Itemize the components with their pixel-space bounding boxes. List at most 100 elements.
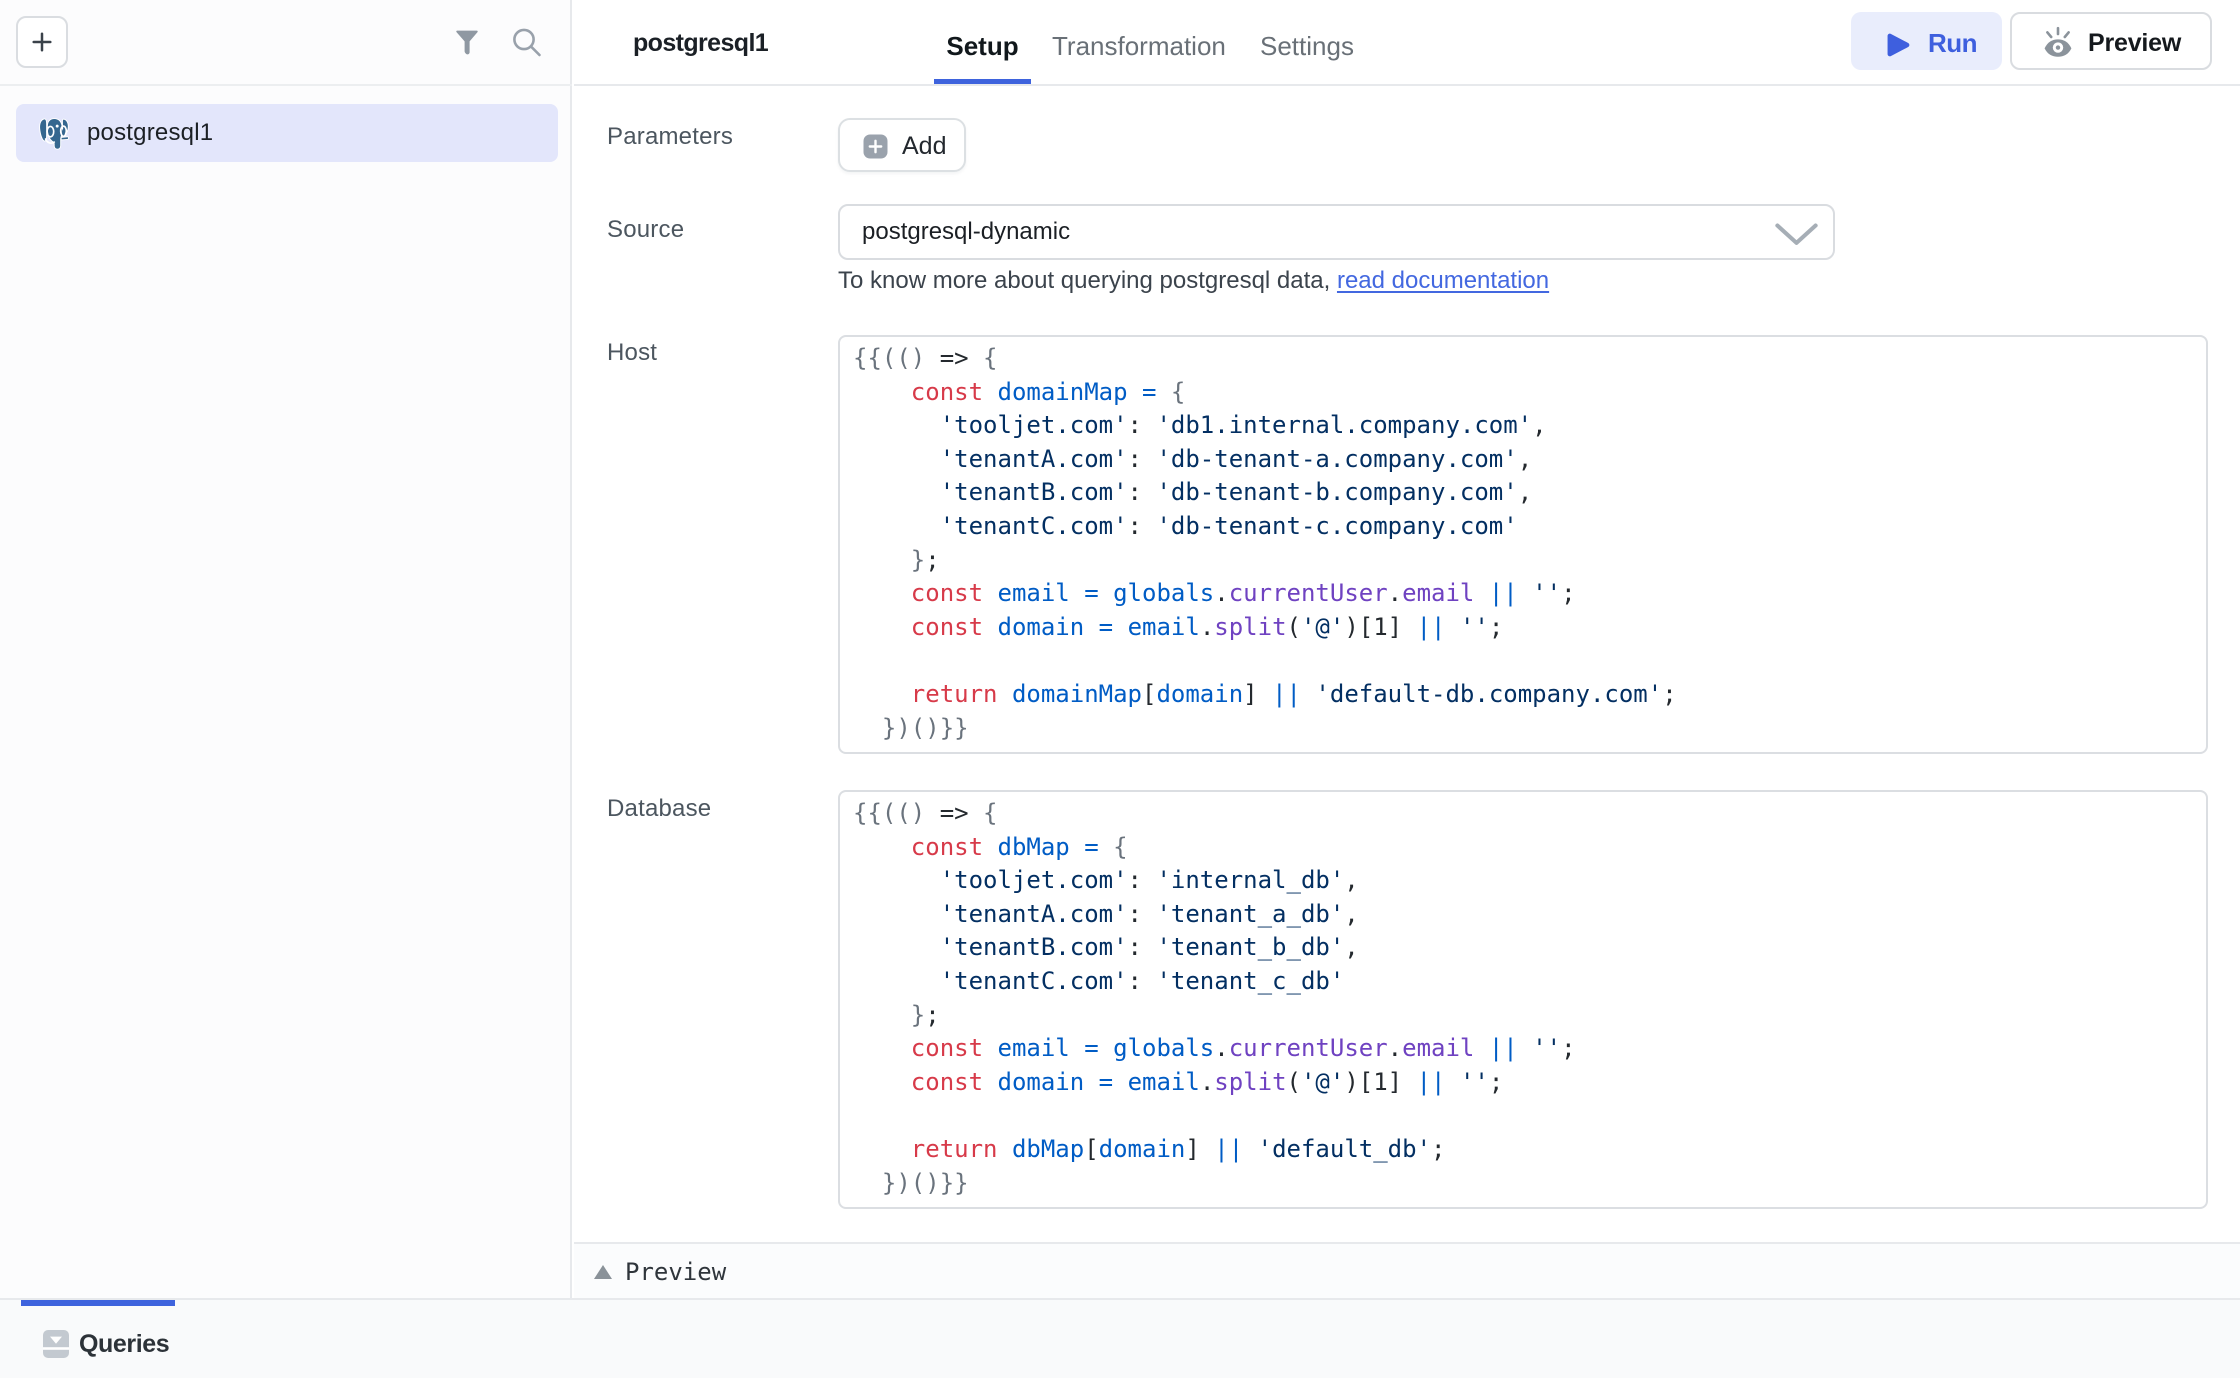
host-code-editor[interactable]: {{(() => { const domainMap = { 'tooljet.… — [838, 335, 2208, 754]
app-root: postgresql1 postgresql1 Setup Transforma… — [0, 0, 2240, 1378]
code-token — [853, 478, 940, 506]
code-token: = — [1099, 613, 1113, 641]
filter-icon — [455, 29, 479, 56]
code-token: '' — [1532, 579, 1561, 607]
code-token: 'internal_db' — [1156, 866, 1344, 894]
search-button[interactable] — [508, 25, 544, 59]
source-select-value: postgresql-dynamic — [862, 218, 1070, 246]
code-token — [1243, 1135, 1257, 1163]
chevron-down-icon — [1775, 223, 1818, 246]
tab-settings[interactable]: Settings — [1260, 0, 1354, 84]
code-token — [1070, 1034, 1084, 1062]
add-query-button[interactable] — [16, 16, 68, 68]
code-token: globals — [1113, 579, 1214, 607]
code-token: const — [911, 613, 983, 641]
code-token: 'tenantC.com' — [940, 967, 1128, 995]
queries-tab[interactable]: Queries — [43, 1322, 169, 1366]
code-token: ; — [925, 546, 939, 574]
code-line: })()}} — [853, 1167, 2196, 1201]
code-token — [1113, 1068, 1127, 1096]
preview-button-label: Preview — [2088, 25, 2181, 58]
code-token: 'db-tenant-c.company.com' — [1156, 512, 1517, 540]
code-token — [983, 1068, 997, 1096]
code-token: = — [1084, 1034, 1098, 1062]
query-sidebar — [0, 0, 572, 1300]
code-token — [1099, 1034, 1113, 1062]
search-icon — [510, 26, 543, 58]
code-line: }; — [853, 544, 2196, 578]
code-token: : — [1128, 900, 1157, 928]
code-token: [ — [1084, 1135, 1098, 1163]
code-token: 'tenantB.com' — [940, 933, 1128, 961]
code-token: } — [911, 546, 925, 574]
code-line: 'tooljet.com': 'db1.internal.company.com… — [853, 409, 2196, 443]
code-token: email — [1402, 579, 1474, 607]
code-line: 'tenantB.com': 'tenant_b_db', — [853, 931, 2196, 965]
code-token: 'default-db.company.com' — [1315, 680, 1662, 708]
code-token: ( — [1287, 1068, 1301, 1096]
code-token — [983, 613, 997, 641]
plus-icon — [29, 29, 55, 55]
code-token: : — [1128, 445, 1157, 473]
code-line — [853, 1099, 2196, 1133]
code-token — [853, 933, 940, 961]
source-select[interactable]: postgresql-dynamic — [838, 204, 1835, 260]
code-token: '@' — [1301, 613, 1344, 641]
run-button[interactable]: Run — [1851, 12, 2002, 70]
query-list-item[interactable]: postgresql1 — [16, 104, 558, 162]
code-token: '@' — [1301, 1068, 1344, 1096]
read-documentation-link[interactable]: read documentation — [1337, 267, 1549, 294]
code-line: 'tenantA.com': 'tenant_a_db', — [853, 898, 2196, 932]
database-code-editor[interactable]: {{(() => { const dbMap = { 'tooljet.com'… — [838, 790, 2208, 1209]
code-line: 'tenantC.com': 'tenant_c_db' — [853, 965, 2196, 999]
code-token — [1301, 680, 1315, 708]
code-token — [1446, 1068, 1460, 1096]
code-token: return — [911, 680, 998, 708]
code-token: ; — [1561, 1034, 1575, 1062]
code-token: . — [1388, 579, 1402, 607]
code-token — [1402, 613, 1416, 641]
code-token: domainMap — [1012, 680, 1142, 708]
code-token: ( — [1287, 613, 1301, 641]
code-line: 'tenantC.com': 'db-tenant-c.company.com' — [853, 510, 2196, 544]
query-item-label: postgresql1 — [87, 119, 213, 147]
code-token: 'tenant_a_db' — [1156, 900, 1344, 928]
code-token: : — [1128, 933, 1157, 961]
bottom-dock — [0, 1298, 2240, 1378]
code-token: || — [1272, 680, 1301, 708]
code-token: domainMap — [998, 378, 1128, 406]
source-label: Source — [607, 216, 684, 244]
code-token: || — [1214, 1135, 1243, 1163]
page-title: postgresql1 — [633, 0, 768, 84]
code-line: const email = globals.currentUser.email … — [853, 1032, 2196, 1066]
code-token: '' — [1532, 1034, 1561, 1062]
code-token: = — [1099, 1068, 1113, 1096]
add-parameter-button[interactable]: Add — [838, 118, 966, 172]
collapse-triangle-icon — [594, 1265, 612, 1279]
plus-square-icon — [863, 134, 888, 159]
code-token — [853, 1068, 911, 1096]
preview-panel-header[interactable]: Preview — [574, 1242, 2240, 1300]
code-token: dbMap — [998, 833, 1070, 861]
tab-setup[interactable]: Setup — [934, 0, 1031, 84]
code-token: email — [1128, 613, 1200, 641]
code-token: const — [911, 378, 983, 406]
code-token — [1099, 833, 1113, 861]
preview-button[interactable]: Preview — [2010, 12, 2212, 70]
add-button-label: Add — [902, 130, 946, 161]
code-token — [1474, 1034, 1488, 1062]
code-token — [853, 1001, 911, 1029]
code-token — [1070, 833, 1084, 861]
code-token: dbMap — [1012, 1135, 1084, 1163]
code-token: currentUser — [1229, 1034, 1388, 1062]
postgresql-icon — [38, 116, 69, 150]
code-token: ] — [1185, 1135, 1199, 1163]
code-token — [983, 1034, 997, 1062]
tab-transformation[interactable]: Transformation — [1052, 0, 1226, 84]
code-token — [1518, 1034, 1532, 1062]
code-token: {{(() — [853, 344, 925, 372]
code-token: } — [911, 1001, 925, 1029]
code-line: return dbMap[domain] || 'default_db'; — [853, 1133, 2196, 1167]
filter-button[interactable] — [452, 26, 482, 58]
code-token: 'tenantA.com' — [940, 900, 1128, 928]
